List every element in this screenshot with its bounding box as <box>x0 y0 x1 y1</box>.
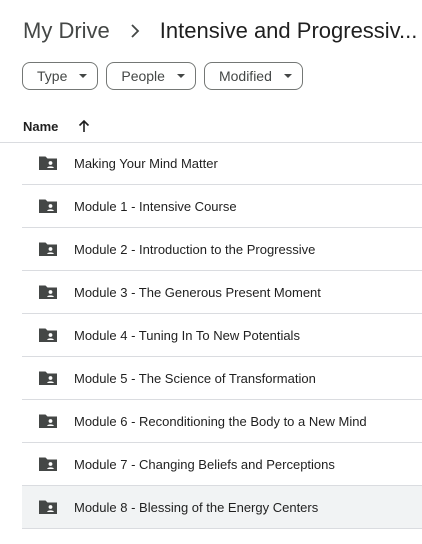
shared-folder-icon <box>38 198 58 214</box>
shared-folder-icon <box>38 499 58 515</box>
shared-folder-icon <box>38 456 58 472</box>
modified-filter-chip[interactable]: Modified <box>203 62 303 90</box>
folder-name: Module 2 - Introduction to the Progressi… <box>74 241 316 257</box>
folder-row[interactable]: Module 3 - The Generous Present Moment <box>22 271 422 314</box>
folder-name: Module 3 - The Generous Present Moment <box>74 284 321 300</box>
folder-row[interactable]: Module 7 - Changing Beliefs and Percepti… <box>22 443 422 486</box>
folder-row[interactable]: Making Your Mind Matter <box>22 142 422 185</box>
shared-folder-icon <box>38 241 58 257</box>
type-filter-chip[interactable]: Type <box>22 62 99 90</box>
people-filter-chip[interactable]: People <box>106 62 196 90</box>
name-column-header[interactable]: Name <box>23 119 58 134</box>
shared-folder-icon <box>38 370 58 386</box>
caret-down-icon <box>176 73 185 79</box>
breadcrumb-my-drive[interactable]: My Drive <box>23 18 110 44</box>
column-header: Name <box>0 110 422 143</box>
shared-folder-icon <box>38 413 58 429</box>
folder-row[interactable]: Module 2 - Introduction to the Progressi… <box>22 228 422 271</box>
shared-folder-icon <box>38 327 58 343</box>
shared-folder-icon <box>38 284 58 300</box>
folder-name: Making Your Mind Matter <box>74 155 218 171</box>
folder-row[interactable]: Module 5 - The Science of Transformation <box>22 357 422 400</box>
folder-name: Module 8 - Blessing of the Energy Center… <box>74 499 319 515</box>
arrow-up-icon[interactable] <box>78 119 90 133</box>
folder-row[interactable]: Module 4 - Tuning In To New Potentials <box>22 314 422 357</box>
shared-folder-icon <box>38 155 58 171</box>
caret-down-icon <box>283 73 292 79</box>
folder-name: Module 4 - Tuning In To New Potentials <box>74 327 300 343</box>
folder-row[interactable]: Module 1 - Intensive Course <box>22 185 422 228</box>
file-list: Making Your Mind Matter Module 1 - Intens… <box>22 142 422 529</box>
modified-filter-label: Modified <box>218 68 272 84</box>
folder-name: Module 6 - Reconditioning the Body to a … <box>74 413 367 429</box>
chevron-right-icon <box>130 24 140 38</box>
breadcrumb: My Drive Intensive and Progressiv... <box>23 14 422 48</box>
folder-name: Module 1 - Intensive Course <box>74 198 237 214</box>
folder-row[interactable]: Module 8 - Blessing of the Energy Center… <box>22 486 422 529</box>
folder-row[interactable]: Module 6 - Reconditioning the Body to a … <box>22 400 422 443</box>
people-filter-label: People <box>121 68 165 84</box>
folder-name: Module 5 - The Science of Transformation <box>74 370 316 386</box>
folder-name: Module 7 - Changing Beliefs and Percepti… <box>74 456 335 472</box>
caret-down-icon <box>79 73 88 79</box>
type-filter-label: Type <box>37 68 68 84</box>
filter-bar: Type People Modified <box>22 62 303 90</box>
breadcrumb-current-folder[interactable]: Intensive and Progressiv... <box>160 18 418 44</box>
